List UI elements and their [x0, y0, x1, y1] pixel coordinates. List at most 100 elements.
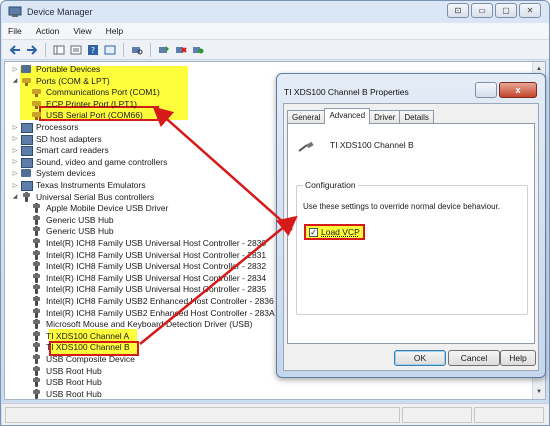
cancel-button[interactable]: Cancel	[448, 350, 500, 366]
tree-item-label: ECP Printer Port (LPT1)	[46, 98, 138, 109]
tree-item[interactable]: ▷ SD host adapters	[11, 133, 102, 145]
status-cell	[5, 407, 400, 423]
back-icon[interactable]	[8, 43, 22, 57]
tree-item[interactable]: Microsoft Mouse and Keyboard Detection D…	[21, 318, 252, 330]
properties-icon[interactable]	[69, 43, 83, 57]
menu-bar: File Action View Help	[2, 23, 549, 40]
tree-item[interactable]: USB Root Hub	[21, 365, 102, 377]
usb-icon	[31, 330, 42, 341]
expand-icon[interactable]: ▷	[11, 170, 19, 177]
tree-item[interactable]: ▷ Smart card readers	[11, 144, 109, 157]
tree-item-label: Apple Mobile Device USB Driver	[46, 203, 169, 214]
dialog-help-icon[interactable]	[475, 82, 497, 98]
advanced-tab-panel: TI XDS100 Channel B Configuration Use th…	[287, 123, 535, 344]
forward-icon[interactable]	[25, 43, 39, 57]
tree-item[interactable]: USB Composite Device	[21, 353, 135, 365]
usb-icon	[31, 354, 42, 364]
tree-item[interactable]: Generic USB Hub	[21, 225, 114, 237]
menu-view[interactable]: View	[71, 26, 93, 36]
tree-item[interactable]: USB Serial Port (COM66)	[21, 109, 143, 121]
tree-item[interactable]: ▷ Sound, video and game controllers	[11, 156, 167, 168]
tree-item[interactable]: Intel(R) ICH8 Family USB Universal Host …	[21, 272, 266, 284]
view-icon[interactable]	[103, 43, 117, 57]
menu-file[interactable]: File	[6, 26, 24, 36]
tree-item[interactable]: USB Root Hub	[21, 388, 102, 399]
dialog-close-button[interactable]: x	[499, 82, 537, 98]
tree-item-label: Ports (COM & LPT)	[36, 75, 110, 86]
expand-icon[interactable]: ▷	[11, 158, 19, 165]
tree-item[interactable]: ECP Printer Port (LPT1)	[21, 98, 137, 110]
properties-dialog: TI XDS100 Channel B Properties x General…	[276, 73, 546, 378]
tree-item[interactable]: ▷ Portable Devices	[11, 63, 101, 75]
maximize-icon[interactable]: ▢	[495, 3, 517, 18]
expand-icon[interactable]: ◢	[11, 193, 19, 200]
help-button[interactable]: Help	[500, 350, 536, 366]
tab-general[interactable]: General	[287, 110, 326, 124]
tree-item[interactable]: Intel(R) ICH8 Family USB Universal Host …	[21, 237, 266, 249]
folder-icon	[21, 168, 32, 178]
usb-icon	[31, 365, 42, 376]
window-control-icon[interactable]: ▭	[471, 3, 493, 18]
tree-item[interactable]: ◢ Ports (COM & LPT)	[11, 75, 110, 87]
tree-item[interactable]: ▷ System devices	[11, 167, 96, 179]
expand-icon[interactable]: ▷	[11, 147, 19, 154]
tree-item-label: USB Root Hub	[46, 365, 102, 376]
menu-action[interactable]: Action	[34, 26, 62, 36]
restore-icon[interactable]: ⊡	[447, 3, 469, 18]
tree-item-label: TI XDS100 Channel A	[46, 330, 130, 341]
port-icon	[31, 99, 42, 109]
load-vcp-label[interactable]: Load VCP	[321, 227, 360, 237]
tab-driver[interactable]: Driver	[369, 110, 401, 124]
uninstall-icon[interactable]	[174, 43, 188, 57]
tree-item[interactable]: Generic USB Hub	[21, 214, 114, 226]
tree-item-label: Intel(R) ICH8 Family USB Universal Host …	[46, 284, 267, 295]
svg-text:?: ?	[91, 46, 95, 55]
tree-item[interactable]: TI XDS100 Channel B	[21, 341, 130, 353]
status-bar	[2, 403, 549, 425]
tree-item[interactable]: Intel(R) ICH8 Family USB2 Enhanced Host …	[21, 307, 275, 319]
usb-cable-icon	[298, 142, 314, 152]
expand-icon[interactable]: ▷	[11, 135, 19, 142]
update-driver-icon[interactable]	[157, 43, 171, 57]
tree-item[interactable]: Communications Port (COM1)	[21, 86, 160, 98]
usb-icon	[31, 296, 42, 306]
tree-item-label: TI XDS100 Channel B	[46, 342, 130, 353]
usb-icon	[31, 307, 42, 318]
tree-item[interactable]: Intel(R) ICH8 Family USB Universal Host …	[21, 249, 266, 261]
usb-icon	[31, 238, 42, 248]
device-manager-icon	[8, 6, 22, 17]
expand-icon[interactable]: ▷	[11, 124, 19, 131]
expand-icon[interactable]: ◢	[11, 77, 19, 84]
scroll-down-icon[interactable]: ▼	[535, 388, 543, 396]
tree-item-label: Communications Port (COM1)	[46, 87, 160, 98]
usb-icon	[31, 249, 42, 260]
tree-item-label: Intel(R) ICH8 Family USB Universal Host …	[46, 261, 267, 272]
usb-icon	[21, 191, 32, 202]
scan-hardware-icon[interactable]	[130, 43, 144, 57]
tree-item[interactable]: Apple Mobile Device USB Driver	[21, 202, 168, 214]
help-icon[interactable]: ?	[86, 43, 100, 57]
tree-item[interactable]: Intel(R) ICH8 Family USB Universal Host …	[21, 260, 266, 272]
tab-advanced[interactable]: Advanced	[324, 108, 371, 124]
enable-device-icon[interactable]	[191, 43, 205, 57]
show-hide-tree-icon[interactable]	[52, 43, 66, 57]
tree-item[interactable]: ◢ Universal Serial Bus controllers	[11, 191, 154, 203]
expand-icon[interactable]: ▷	[11, 66, 19, 73]
tree-item[interactable]: USB Root Hub	[21, 376, 102, 388]
toolbar: ?	[2, 40, 549, 60]
tree-item-label: System devices	[36, 168, 96, 179]
tree-item[interactable]: ▷ Processors	[11, 121, 79, 133]
device-icon	[21, 180, 33, 191]
scroll-up-icon[interactable]: ▲	[535, 65, 543, 73]
expand-icon[interactable]: ▷	[11, 182, 19, 189]
tree-item[interactable]: Intel(R) ICH8 Family USB2 Enhanced Host …	[21, 295, 274, 307]
ok-button[interactable]: OK	[394, 350, 446, 366]
load-vcp-option[interactable]: ✓ Load VCP	[304, 224, 365, 240]
close-icon[interactable]: ✕	[519, 3, 541, 18]
tab-details[interactable]: Details	[399, 110, 434, 124]
tree-item[interactable]: ▷ Texas Instruments Emulators	[11, 179, 146, 191]
load-vcp-checkbox[interactable]: ✓	[309, 227, 318, 237]
tree-item[interactable]: Intel(R) ICH8 Family USB Universal Host …	[21, 283, 266, 295]
tree-item[interactable]: TI XDS100 Channel A	[21, 330, 129, 342]
menu-help[interactable]: Help	[104, 26, 125, 36]
